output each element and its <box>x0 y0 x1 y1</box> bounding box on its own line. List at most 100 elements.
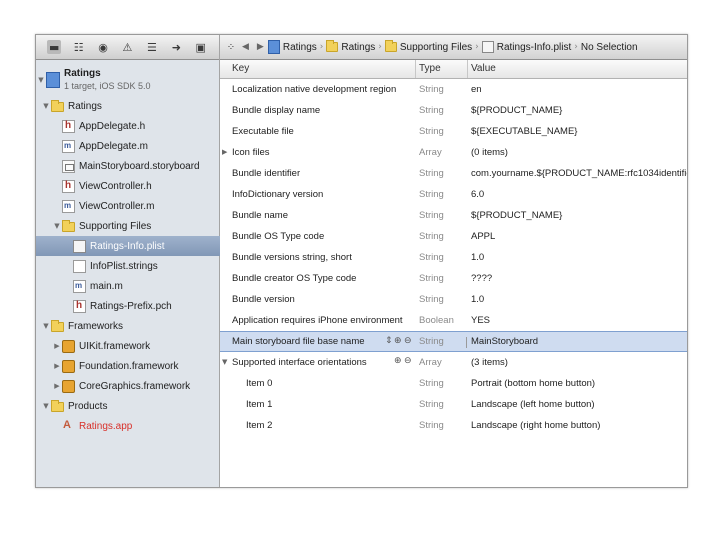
disclosure-triangle-icon[interactable]: ▶ <box>52 342 62 350</box>
navigator-item[interactable]: InfoPlist.strings <box>36 256 246 276</box>
plist-key[interactable]: Bundle identifier <box>232 168 300 179</box>
plist-row[interactable]: Bundle identifier String com.yourname.${PR… <box>220 163 687 184</box>
navigator-item[interactable]: Ratings-Info.plist <box>36 236 246 256</box>
plist-type[interactable]: String <box>419 420 444 431</box>
navigator-item[interactable]: ▼ Ratings <box>36 96 224 116</box>
crumb-selection[interactable]: No Selection <box>581 42 638 53</box>
plist-row[interactable]: Item 2 String Landscape (right home button… <box>220 415 687 436</box>
plist-value[interactable]: Portrait (bottom home button) <box>471 378 595 389</box>
plist-key[interactable]: Executable file <box>232 126 294 137</box>
plist-row[interactable]: Bundle OS Type code String APPL <box>220 226 687 247</box>
disclosure-triangle-icon[interactable]: ▼ <box>41 102 51 110</box>
navigator-item[interactable]: MainStoryboard.storyboard <box>36 156 235 176</box>
crumb-project[interactable]: Ratings <box>267 40 317 54</box>
plist-row[interactable]: Item 1 String Landscape (left home button) <box>220 394 687 415</box>
symbol-navigator-icon[interactable]: ☷ <box>72 40 86 54</box>
plist-value[interactable]: (0 items) <box>471 147 508 158</box>
navigator-item[interactable]: ViewController.m <box>36 196 235 216</box>
plist-value[interactable]: ???? <box>471 273 492 284</box>
plist-type[interactable]: String <box>419 378 444 389</box>
navigator-item[interactable]: AppDelegate.h <box>36 116 235 136</box>
project-navigator-icon[interactable]: ▬ <box>47 40 62 54</box>
navigator-item[interactable]: ▶ Foundation.framework <box>36 356 235 376</box>
plist-row[interactable]: Localization native development region St… <box>220 79 687 100</box>
disclosure-triangle-icon[interactable]: ▶ <box>52 362 62 370</box>
plist-key[interactable]: Item 1 <box>246 399 272 410</box>
plist-key[interactable]: Bundle name <box>232 210 288 221</box>
plist-key[interactable]: Bundle display name <box>232 105 320 116</box>
column-header-key[interactable]: Key <box>232 63 249 74</box>
disclosure-triangle-icon[interactable]: ▼ <box>36 76 46 84</box>
navigator-item[interactable]: ▶ CoreGraphics.framework <box>36 376 235 396</box>
plist-value[interactable]: (3 items) <box>471 357 508 368</box>
log-navigator-icon[interactable]: ☰ <box>145 40 159 54</box>
plist-type[interactable]: String <box>419 189 444 200</box>
plist-value[interactable]: ${PRODUCT_NAME} <box>471 105 562 116</box>
navigator-item[interactable]: AppDelegate.m <box>36 136 235 156</box>
navigator-item[interactable]: ▶ UIKit.framework <box>36 336 235 356</box>
crumb-plist-file[interactable]: Ratings-Info.plist <box>481 41 571 53</box>
project-root-item[interactable]: ▼ Ratings 1 target, iOS SDK 5.0 <box>36 66 219 94</box>
plist-value[interactable]: APPL <box>471 231 495 242</box>
plist-row[interactable]: Bundle version String 1.0 <box>220 289 687 310</box>
disclosure-triangle-icon[interactable]: ▶ <box>52 382 62 390</box>
plist-row[interactable]: Executable file String ${EXECUTABLE_NAME} <box>220 121 687 142</box>
plist-value[interactable]: 1.0 <box>471 294 484 305</box>
plist-row[interactable]: ▼ Supported interface orientations ⊕ ⊖ Array… <box>220 352 687 373</box>
plist-key[interactable]: Bundle OS Type code <box>232 231 324 242</box>
plist-row[interactable]: Application requires iPhone environment B… <box>220 310 687 331</box>
plist-value[interactable]: ${PRODUCT_NAME} <box>471 210 562 221</box>
disclosure-triangle-icon[interactable]: ▼ <box>222 358 227 366</box>
debug-navigator-icon[interactable]: ▣ <box>194 40 208 54</box>
plist-type[interactable]: String <box>419 294 444 305</box>
navigator-item[interactable]: ▼ Frameworks <box>36 316 224 336</box>
plist-key[interactable]: Main storyboard file base name <box>232 336 365 347</box>
plist-key[interactable]: InfoDictionary version <box>232 189 323 200</box>
plist-row[interactable]: ▶ Icon files Array (0 items) <box>220 142 687 163</box>
plist-value[interactable]: MainStoryboard <box>471 336 538 347</box>
plist-row[interactable]: Item 0 String Portrait (bottom home button… <box>220 373 687 394</box>
disclosure-triangle-icon[interactable]: ▼ <box>41 402 51 410</box>
breakpoint-navigator-icon[interactable]: ➜ <box>169 40 183 54</box>
crumb-group-ratings[interactable]: Ratings <box>326 40 375 53</box>
plist-type[interactable]: Boolean <box>419 315 454 326</box>
plist-type[interactable]: String <box>419 399 444 410</box>
navigator-item[interactable]: ▼ Products <box>36 396 224 416</box>
disclosure-triangle-icon[interactable]: ▼ <box>41 322 51 330</box>
plist-key[interactable]: Bundle versions string, short <box>232 252 352 263</box>
plist-row[interactable]: InfoDictionary version String 6.0 <box>220 184 687 205</box>
key-popup-stepper-icon[interactable]: ⇕ <box>385 336 393 346</box>
navigator-item[interactable]: main.m <box>36 276 246 296</box>
plist-key[interactable]: Supported interface orientations <box>232 357 367 368</box>
plist-row[interactable]: Bundle creator OS Type code String???? <box>220 268 687 289</box>
plist-value[interactable]: en <box>471 84 482 95</box>
plist-key[interactable]: Localization native development region <box>232 84 396 95</box>
disclosure-triangle-icon[interactable]: ▼ <box>52 222 62 230</box>
plist-key[interactable]: Bundle creator OS Type code <box>232 273 356 284</box>
plist-key[interactable]: Item 2 <box>246 420 272 431</box>
plist-row[interactable]: Bundle versions string, short String 1.0 <box>220 247 687 268</box>
plist-type[interactable]: Array <box>419 147 442 158</box>
plist-key[interactable]: Icon files <box>232 147 270 158</box>
plist-row[interactable]: Bundle display name String ${PRODUCT_NAME} <box>220 100 687 121</box>
add-row-icon[interactable]: ⊕ <box>394 336 402 346</box>
navigator-item[interactable]: Ratings.app <box>36 416 235 436</box>
navigator-item[interactable]: Ratings-Prefix.pch <box>36 296 246 316</box>
plist-type[interactable]: String <box>419 273 444 284</box>
plist-row[interactable]: Main storyboard file base name ⇕ ⊕ ⊖ String M… <box>220 331 687 352</box>
remove-row-icon[interactable]: ⊖ <box>404 336 412 346</box>
plist-type[interactable]: Array <box>419 357 442 368</box>
plist-type[interactable]: String <box>419 168 444 179</box>
plist-type[interactable]: String <box>419 336 444 347</box>
disclosure-triangle-icon[interactable]: ▶ <box>222 148 227 156</box>
plist-key[interactable]: Application requires iPhone environment <box>232 315 403 326</box>
navigator-item[interactable]: ▼ Supporting Files <box>36 216 235 236</box>
plist-type[interactable]: String <box>419 126 444 137</box>
back-arrow-icon[interactable]: ◀ <box>242 42 249 52</box>
plist-value[interactable]: 6.0 <box>471 189 484 200</box>
column-header-value[interactable]: Value <box>471 63 496 74</box>
plist-row[interactable]: Bundle name String ${PRODUCT_NAME} <box>220 205 687 226</box>
remove-row-icon[interactable]: ⊖ <box>404 356 412 366</box>
plist-value[interactable]: 1.0 <box>471 252 484 263</box>
navigator-item[interactable]: ViewController.h <box>36 176 235 196</box>
